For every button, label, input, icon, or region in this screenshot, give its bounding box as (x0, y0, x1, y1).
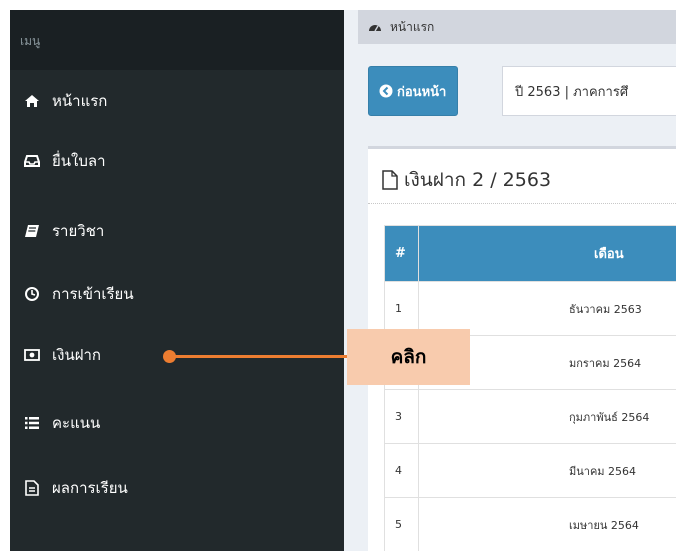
sidebar-item-subjects[interactable]: รายวิชา (10, 211, 344, 251)
file-icon (382, 170, 398, 190)
clock-icon (24, 286, 40, 302)
sidebar: เมนู หน้าแรก ยื่นใบลา รายวิชา การเข้าเรี… (10, 10, 344, 551)
row-number: 1 (384, 281, 419, 336)
money-icon (24, 347, 40, 363)
back-button[interactable]: ก่อนหน้า (368, 66, 458, 116)
table-row[interactable]: 4 มีนาคม 2564 (384, 443, 676, 498)
table-row[interactable]: 3 กุมภาพันธ์ 2564 (384, 389, 676, 444)
column-header-month[interactable]: เดือน (418, 225, 676, 282)
row-number: 5 (384, 497, 419, 551)
sidebar-item-label: คะแนน (52, 414, 101, 432)
table-row[interactable]: 5 เมษายน 2564 (384, 497, 676, 551)
sidebar-item-grades[interactable]: ผลการเรียน (10, 468, 344, 508)
term-select-value: ปี 2563 | ภาคการศึ (515, 84, 629, 100)
top-strip (0, 0, 676, 10)
row-month: เมษายน 2564 (418, 497, 676, 551)
sidebar-item-label: ยื่นใบลา (52, 152, 106, 170)
sidebar-item-label: ผลการเรียน (52, 479, 128, 497)
annotation-line (172, 355, 348, 358)
deposit-table: # เดือน 1 ธันวาคม 2563 2 มกราคม 2564 3 ก… (384, 225, 676, 551)
term-select[interactable]: ปี 2563 | ภาคการศึ (502, 66, 676, 116)
annotation-callout: คลิก (347, 329, 470, 385)
sidebar-item-leave-request[interactable]: ยื่นใบลา (10, 141, 344, 181)
dashboard-icon (368, 21, 382, 33)
panel-title: เงินฝาก 2 / 2563 (382, 165, 551, 195)
sidebar-item-home[interactable]: หน้าแรก (10, 81, 344, 121)
back-button-label: ก่อนหน้า (397, 83, 447, 99)
row-month: กุมภาพันธ์ 2564 (418, 389, 676, 444)
main-content: หน้าแรก ก่อนหน้า ปี 2563 | ภาคการศึ เงิน… (344, 10, 676, 551)
column-header-number[interactable]: # (384, 225, 419, 282)
inbox-icon (24, 153, 40, 169)
chevron-left-circle-icon (379, 84, 393, 98)
sidebar-item-label: เงินฝาก (52, 346, 101, 364)
panel-divider (368, 203, 676, 204)
sidebar-item-label: การเข้าเรียน (52, 285, 134, 303)
sidebar-header: เมนู (10, 10, 344, 70)
table-header-row: # เดือน (384, 225, 676, 282)
panel-title-text: เงินฝาก 2 / 2563 (404, 169, 552, 191)
book-icon (24, 223, 40, 239)
row-number: 3 (384, 389, 419, 444)
file-text-icon (24, 480, 40, 496)
breadcrumb[interactable]: หน้าแรก (358, 10, 676, 44)
sidebar-item-label: รายวิชา (52, 222, 105, 240)
sidebar-item-scores[interactable]: คะแนน (10, 403, 344, 443)
sidebar-item-attendance[interactable]: การเข้าเรียน (10, 274, 344, 314)
breadcrumb-home[interactable]: หน้าแรก (390, 18, 434, 37)
annotation-dot (163, 350, 176, 363)
sidebar-header-label: เมนู (20, 34, 41, 48)
annotation-text: คลิก (390, 346, 427, 368)
row-month: มีนาคม 2564 (418, 443, 676, 498)
row-month: ธันวาคม 2563 (418, 281, 676, 336)
list-icon (24, 415, 40, 431)
sidebar-item-label: หน้าแรก (52, 92, 108, 110)
row-number: 4 (384, 443, 419, 498)
home-icon (24, 93, 40, 109)
table-row[interactable]: 1 ธันวาคม 2563 (384, 281, 676, 336)
